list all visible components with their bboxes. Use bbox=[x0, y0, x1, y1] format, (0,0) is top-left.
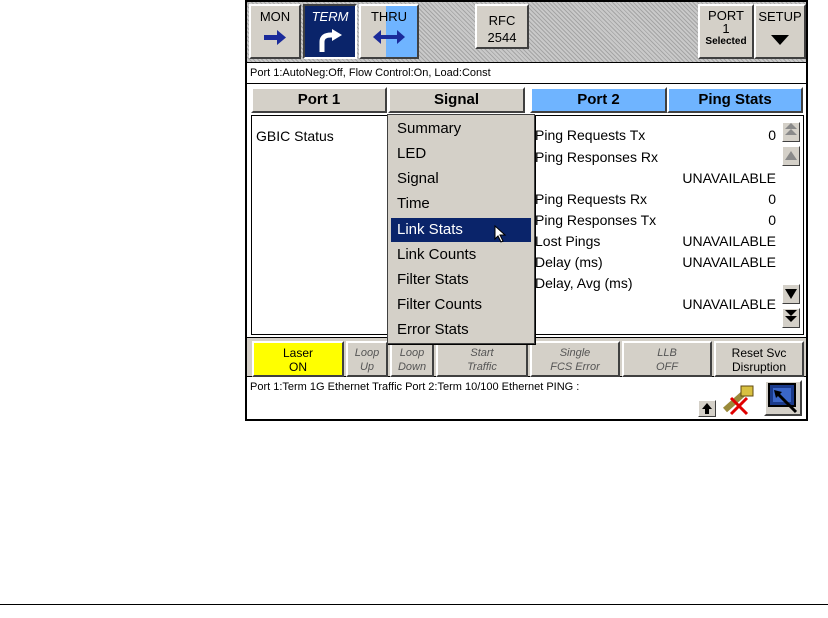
ping-requests-tx-value: 0 bbox=[768, 127, 776, 143]
scroll-top-button[interactable] bbox=[782, 122, 800, 142]
scroll-bottom-button[interactable] bbox=[782, 308, 800, 328]
rfc-label: RFC bbox=[488, 13, 516, 28]
llb-label-2: OFF bbox=[656, 361, 678, 373]
left-view-selector[interactable]: Signal bbox=[388, 87, 525, 113]
menu-item-filter-stats[interactable]: Filter Stats bbox=[391, 268, 531, 292]
rfc-2544-button[interactable]: RFC 2544 bbox=[475, 4, 529, 49]
term-button[interactable]: TERM bbox=[303, 4, 357, 59]
delay-avg-value: UNAVAILABLE bbox=[682, 296, 776, 312]
ping-requests-rx-label: Ping Requests Rx bbox=[535, 191, 648, 207]
menu-item-signal[interactable]: Signal bbox=[391, 167, 531, 191]
thru-button[interactable]: THRU bbox=[359, 4, 419, 59]
up-arrow-icon bbox=[702, 403, 712, 414]
reset-label-2: Disruption bbox=[731, 360, 787, 374]
double-up-arrow-icon bbox=[785, 123, 797, 135]
start-traffic-label-2: Traffic bbox=[467, 361, 497, 373]
setup-label: SETUP bbox=[758, 9, 802, 24]
config-status-line: Port 1:AutoNeg:Off, Flow Control:On, Loa… bbox=[247, 62, 806, 84]
reset-svc-disruption-button[interactable]: Reset Svc Disruption bbox=[714, 341, 804, 377]
status-scroll-up-button[interactable] bbox=[698, 400, 716, 417]
view-dropdown-menu: Summary LED Signal Time Link Stats Link … bbox=[387, 114, 535, 344]
arrow-right-icon bbox=[264, 30, 286, 45]
double-arrow-icon bbox=[373, 30, 405, 44]
right-view-selector[interactable]: Ping Stats bbox=[667, 87, 803, 113]
fcs-label-1: Single bbox=[559, 347, 591, 359]
remote-screen-icon[interactable] bbox=[764, 380, 802, 416]
port-select-button[interactable]: PORT 1 Selected bbox=[698, 4, 754, 59]
down-arrow-icon bbox=[785, 289, 797, 299]
delay-label: Delay (ms) bbox=[535, 254, 603, 270]
right-panel: Ping Requests Tx 0 Ping Responses Rx UNA… bbox=[530, 115, 804, 335]
double-down-arrow-icon bbox=[785, 310, 797, 322]
rfc-number-label: 2544 bbox=[487, 30, 517, 45]
scroll-down-button[interactable] bbox=[782, 284, 800, 304]
ping-responses-tx-value: 0 bbox=[768, 212, 776, 228]
menu-item-filter-counts[interactable]: Filter Counts bbox=[391, 293, 531, 317]
loop-down-button[interactable]: Loop Down bbox=[390, 341, 434, 377]
ping-responses-rx-value: UNAVAILABLE bbox=[682, 170, 776, 186]
start-traffic-label-1: Start bbox=[470, 347, 494, 359]
menu-item-link-counts[interactable]: Link Counts bbox=[391, 243, 531, 267]
gbic-status-label: GBIC Status bbox=[256, 128, 334, 144]
menu-item-summary[interactable]: Summary bbox=[391, 117, 531, 141]
loop-up-button[interactable]: Loop Up bbox=[346, 341, 388, 377]
delay-avg-label: Delay, Avg (ms) bbox=[535, 275, 633, 291]
ping-requests-tx-label: Ping Requests Tx bbox=[535, 127, 646, 143]
menu-item-led[interactable]: LED bbox=[391, 142, 531, 166]
thru-label: THRU bbox=[370, 9, 408, 24]
footer-rule bbox=[0, 604, 828, 605]
laser-label: Laser bbox=[282, 346, 314, 360]
fcs-label-2: FCS Error bbox=[550, 361, 600, 373]
port-1-header[interactable]: Port 1 bbox=[251, 87, 387, 113]
up-arrow-icon bbox=[785, 151, 797, 160]
port-selected-label: Selected bbox=[705, 36, 747, 47]
ping-responses-tx-label: Ping Responses Tx bbox=[535, 212, 657, 228]
mon-button[interactable]: MON bbox=[249, 4, 301, 59]
chevron-down-icon bbox=[771, 35, 789, 45]
reset-label-1: Reset Svc bbox=[731, 346, 787, 360]
scroll-up-button[interactable] bbox=[782, 146, 800, 166]
cable-disconnected-icon[interactable] bbox=[721, 380, 759, 416]
menu-item-error-stats[interactable]: Error Stats bbox=[391, 318, 531, 342]
loop-up-label-2: Up bbox=[359, 361, 375, 373]
setup-button[interactable]: SETUP bbox=[754, 4, 806, 59]
menu-item-link-stats[interactable]: Link Stats bbox=[391, 218, 531, 242]
start-traffic-button[interactable]: Start Traffic bbox=[436, 341, 528, 377]
llb-button[interactable]: LLB OFF bbox=[622, 341, 712, 377]
bottom-status-area: Port 1:Term 1G Ethernet Traffic Port 2:T… bbox=[247, 378, 806, 419]
port-2-header[interactable]: Port 2 bbox=[530, 87, 667, 113]
menu-item-time[interactable]: Time bbox=[391, 192, 531, 216]
single-fcs-error-button[interactable]: Single FCS Error bbox=[530, 341, 620, 377]
loop-down-label-1: Loop bbox=[399, 347, 425, 359]
mon-label: MON bbox=[259, 9, 291, 24]
ping-responses-rx-label: Ping Responses Rx bbox=[535, 149, 658, 165]
laser-on-button[interactable]: Laser ON bbox=[252, 341, 344, 377]
delay-value: UNAVAILABLE bbox=[682, 254, 776, 270]
laser-state-label: ON bbox=[289, 360, 307, 374]
curved-arrow-icon bbox=[319, 29, 342, 52]
scrollbar[interactable] bbox=[781, 120, 801, 332]
llb-label-1: LLB bbox=[657, 347, 677, 359]
lost-pings-label: Lost Pings bbox=[535, 233, 601, 249]
mouse-cursor-icon bbox=[494, 225, 507, 243]
port-number-label: 1 bbox=[722, 21, 730, 36]
ping-requests-rx-value: 0 bbox=[768, 191, 776, 207]
loop-up-label-1: Loop bbox=[354, 347, 380, 359]
term-label: TERM bbox=[311, 9, 349, 24]
loop-down-label-2: Down bbox=[397, 361, 427, 373]
bottom-status-text: Port 1:Term 1G Ethernet Traffic Port 2:T… bbox=[250, 381, 580, 393]
lost-pings-value: UNAVAILABLE bbox=[682, 233, 776, 249]
